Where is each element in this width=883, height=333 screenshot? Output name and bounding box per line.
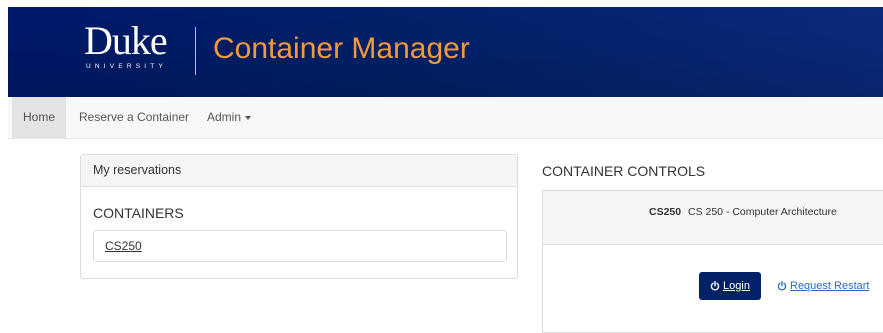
logo-subtitle: UNIVERSITY: [86, 63, 168, 70]
nav-admin-dropdown[interactable]: Admin: [207, 97, 252, 138]
login-label: Login: [723, 280, 750, 292]
duke-logo[interactable]: Duke UNIVERSITY: [84, 18, 168, 71]
container-code: CS250: [649, 206, 682, 218]
nav-home[interactable]: Home: [12, 97, 66, 138]
caret-down-icon: [245, 115, 252, 120]
nav-reserve-container[interactable]: Reserve a Container: [79, 97, 189, 138]
top-navbar: Home Reserve a Container Admin: [8, 97, 883, 139]
power-icon: [777, 281, 787, 291]
container-link-cs250[interactable]: CS250: [105, 239, 142, 253]
panel-heading: My reservations: [81, 155, 517, 187]
request-restart-link[interactable]: Request Restart: [777, 272, 869, 300]
container-name: CS 250 - Computer Architecture: [688, 206, 837, 218]
list-item[interactable]: CS250: [93, 230, 507, 262]
banner-divider: [195, 27, 196, 75]
containers-heading: CONTAINERS: [93, 205, 184, 221]
logo-word: Duke: [84, 18, 168, 63]
site-banner: Duke UNIVERSITY Container Manager: [8, 7, 883, 97]
container-controls-title: CONTAINER CONTROLS: [542, 163, 706, 179]
controls-header: CS250 CS 250 - Computer Architecture: [543, 191, 883, 245]
power-icon: [710, 281, 720, 291]
container-controls-panel: CS250 CS 250 - Computer Architecture Log…: [542, 190, 883, 333]
my-reservations-panel: My reservations CONTAINERS CS250: [80, 154, 518, 279]
nav-admin-label: Admin: [207, 110, 242, 124]
restart-label: Request Restart: [790, 280, 870, 292]
app-title[interactable]: Container Manager: [213, 32, 470, 66]
login-button[interactable]: Login: [699, 272, 761, 300]
